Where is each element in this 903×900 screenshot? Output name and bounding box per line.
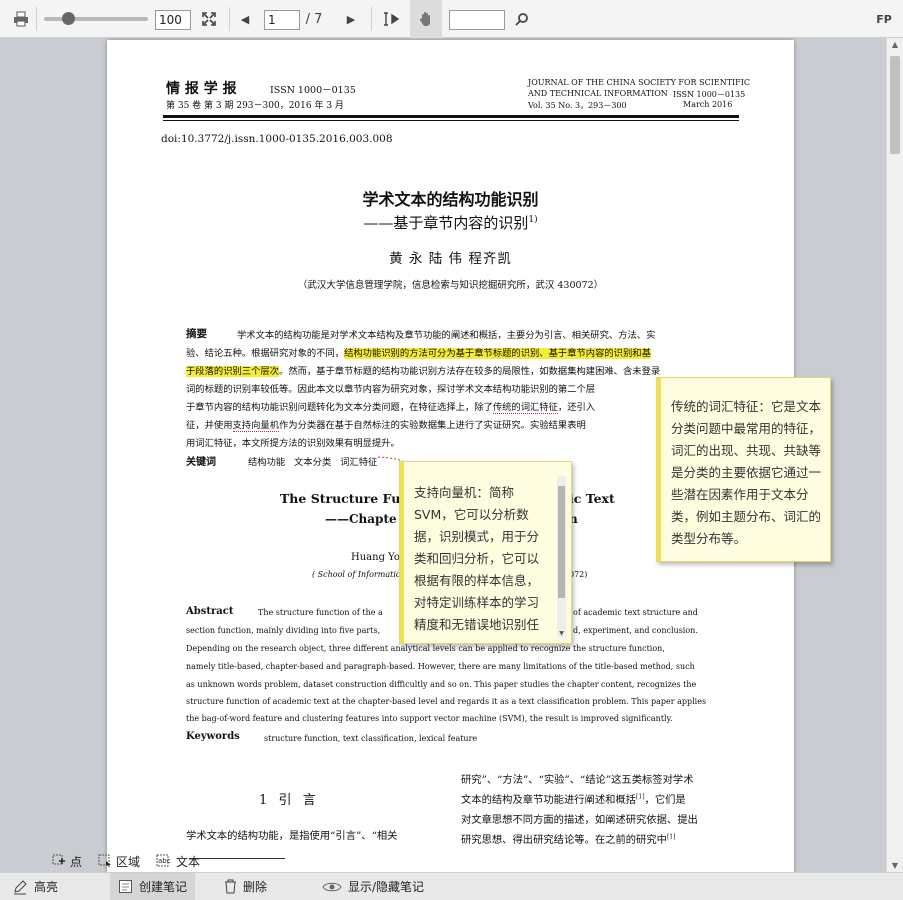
scrollbar-thumb[interactable] [890,56,900,154]
create-note-label: 创建笔记 [139,880,188,894]
print-icon[interactable] [10,0,32,38]
scroll-up-icon[interactable]: ▲ [887,40,903,49]
pan-hand-icon[interactable] [410,0,442,38]
create-note-button[interactable]: 创建笔记 [110,873,196,900]
note-text: 传统的词汇特征：它是文本分类问题中最常用的特征，词汇的出现、共现、共缺等是分类的… [671,399,821,546]
area-select-icon [98,854,112,867]
mode-point-label: 点 [70,854,83,869]
annotation-toolbar: 高亮 创建笔记 删除 显示/隐藏笔记 [0,872,903,900]
page-total: / 7 [305,11,323,27]
page-number-input[interactable]: 1 [264,10,300,30]
vertical-scrollbar[interactable]: ▲ ▼ [886,38,903,872]
toggle-notes-button[interactable]: 显示/隐藏笔记 [322,873,424,900]
viewer-toolbar: 100 ◀ 1 / 7 ▶ FP [0,0,903,38]
delete-button[interactable]: 删除 [224,873,267,900]
pen-icon [14,879,27,894]
eye-icon [322,882,342,891]
mode-text[interactable]: abc 文本 [156,853,200,870]
search-input[interactable] [449,10,505,30]
note-accent [657,378,661,561]
svg-text:abc: abc [158,857,171,865]
note-scrollbar[interactable]: ▼ [557,476,566,638]
next-page-icon[interactable]: ▶ [343,0,359,38]
note-popup-lexical-feature[interactable]: 传统的词汇特征：它是文本分类问题中最常用的特征，词汇的出现、共现、共缺等是分类的… [656,377,831,562]
mode-area-label: 区域 [116,854,141,869]
toggle-notes-label: 显示/隐藏笔记 [348,880,425,894]
highlight-button[interactable]: 高亮 [12,873,58,900]
search-icon[interactable] [511,0,533,38]
zoom-slider-handle[interactable] [62,12,75,25]
scroll-down-icon[interactable]: ▼ [887,861,903,870]
prev-page-icon[interactable]: ◀ [237,0,253,38]
text-select-icon[interactable] [377,0,407,38]
mode-point[interactable]: 点 [52,853,82,870]
delete-label: 删除 [243,880,268,894]
zoom-slider-track[interactable] [44,17,148,21]
highlight-label: 高亮 [34,880,59,894]
text-select-mode-icon: abc [156,854,171,867]
zoom-input[interactable]: 100 [155,10,191,30]
note-icon [119,880,132,893]
scroll-down-icon[interactable]: ▼ [557,630,566,638]
mode-area[interactable]: 区域 [98,853,140,870]
selection-mode-bar: 点 区域 abc 文本 [52,850,200,872]
fit-page-icon[interactable] [199,0,219,38]
point-icon [52,854,65,865]
fp-label[interactable]: FP [873,0,895,38]
note-popup-svm[interactable]: 支持向量机：简称SVM，它可以分析数据，识别模式，用于分类和回归分析，它可以根据… [399,461,572,644]
note-accent [400,462,404,643]
trash-icon [225,879,236,894]
mode-text-label: 文本 [176,854,201,869]
note-text: 支持向量机：简称SVM，它可以分析数据，识别模式，用于分类和回归分析，它可以根据… [414,485,540,632]
